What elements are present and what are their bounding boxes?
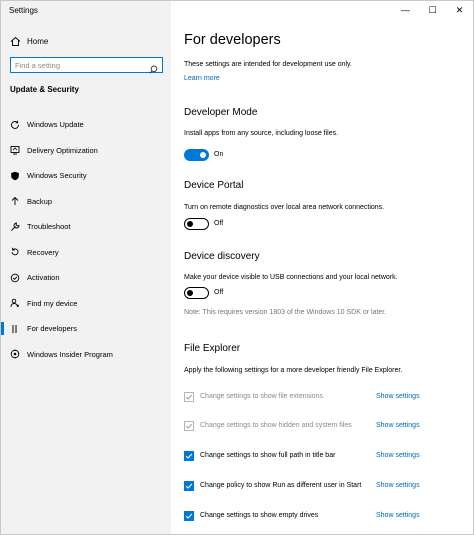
window-title: Settings [9, 6, 38, 15]
hidden-files-checkbox[interactable] [184, 421, 194, 431]
backup-arrow-icon [10, 196, 20, 206]
file-explorer-heading: File Explorer [184, 343, 241, 354]
close-button[interactable]: ✕ [446, 1, 473, 19]
option-label: Change settings to show full path in tit… [200, 452, 336, 459]
search-input[interactable] [15, 60, 145, 70]
sidebar-item-label: Delivery Optimization [27, 145, 98, 155]
device-portal-toggle[interactable] [184, 218, 209, 230]
refresh-icon [10, 120, 20, 130]
option-label: Change settings to show hidden and syste… [200, 422, 352, 429]
toggle-knob [200, 151, 206, 158]
search-icon[interactable] [149, 61, 158, 74]
device-portal-state: Off [214, 220, 224, 227]
run-as-different-user-checkbox[interactable] [184, 481, 194, 491]
toggle-knob [187, 289, 193, 296]
file-explorer-option: Change settings to show empty drives Sho… [184, 511, 424, 523]
learn-more-link[interactable]: Learn more [184, 75, 220, 82]
show-settings-link[interactable]: Show settings [376, 482, 420, 489]
wrench-icon [10, 222, 20, 232]
sidebar-item-label: Recovery [27, 247, 59, 257]
sidebar-item-label: Windows Insider Program [27, 349, 113, 359]
show-settings-link[interactable]: Show settings [376, 452, 420, 459]
sidebar-item-label: Windows Update [27, 120, 84, 130]
settings-window: Settings Home Update & Security Windows … [0, 0, 474, 535]
checkmark-icon [185, 423, 193, 429]
delivery-optimization-icon [10, 145, 20, 155]
device-portal-heading: Device Portal [184, 180, 244, 191]
developer-tools-icon [10, 324, 20, 334]
checkmark-icon [185, 453, 193, 459]
file-explorer-option: Change settings to show full path in tit… [184, 451, 424, 463]
sidebar-item-recovery[interactable]: Recovery [1, 240, 171, 266]
file-extensions-checkbox[interactable] [184, 392, 194, 402]
maximize-button[interactable]: ☐ [419, 1, 446, 19]
file-explorer-option: Change settings to show file extensions … [184, 392, 424, 404]
developer-mode-state: On [214, 151, 224, 158]
option-label: Change settings to show file extensions [200, 393, 323, 400]
device-portal-description: Turn on remote diagnostics over local ar… [184, 204, 385, 211]
empty-drives-checkbox[interactable] [184, 511, 194, 521]
sidebar-item-windows-security[interactable]: Windows Security [1, 163, 171, 189]
sidebar-item-windows-update[interactable]: Windows Update [1, 112, 171, 138]
sidebar-item-for-developers[interactable]: For developers [1, 316, 171, 342]
show-settings-link[interactable]: Show settings [376, 512, 420, 519]
intro-text: These settings are intended for developm… [184, 61, 352, 68]
sidebar-item-activation[interactable]: Activation [1, 265, 171, 291]
page-title: For developers [184, 32, 281, 48]
sidebar-item-delivery-optimization[interactable]: Delivery Optimization [1, 138, 171, 164]
home-icon [9, 35, 21, 47]
section-title: Update & Security [10, 85, 79, 94]
device-discovery-note: Note: This requires version 1803 of the … [184, 309, 387, 316]
home-nav-item[interactable]: Home [9, 34, 48, 48]
developer-mode-description: Install apps from any source, including … [184, 130, 339, 137]
sidebar: Settings Home Update & Security Windows … [1, 1, 171, 534]
option-label: Change policy to show Run as different u… [200, 482, 362, 489]
sidebar-item-label: Windows Security [27, 171, 87, 181]
sidebar-item-windows-insider-program[interactable]: Windows Insider Program [1, 342, 171, 368]
developer-mode-heading: Developer Mode [184, 107, 258, 118]
sidebar-item-troubleshoot[interactable]: Troubleshoot [1, 214, 171, 240]
person-pin-icon [10, 298, 20, 308]
sidebar-item-label: Troubleshoot [27, 222, 71, 232]
device-discovery-toggle[interactable] [184, 287, 209, 299]
checkmark-icon [185, 483, 193, 489]
window-controls: — ☐ ✕ [392, 1, 473, 19]
sidebar-item-label: For developers [27, 324, 78, 334]
option-label: Change settings to show empty drives [200, 512, 319, 519]
sidebar-nav: Windows Update Delivery Optimization Win… [1, 112, 171, 367]
minimize-button[interactable]: — [392, 1, 419, 19]
sidebar-item-label: Find my device [27, 298, 78, 308]
sidebar-item-label: Backup [27, 196, 53, 206]
sidebar-item-backup[interactable]: Backup [1, 189, 171, 215]
sidebar-item-find-my-device[interactable]: Find my device [1, 291, 171, 317]
show-settings-link[interactable]: Show settings [376, 422, 420, 429]
show-settings-link[interactable]: Show settings [376, 393, 420, 400]
checkmark-icon [185, 394, 193, 400]
device-discovery-heading: Device discovery [184, 251, 260, 262]
developer-mode-toggle[interactable] [184, 149, 209, 161]
toggle-knob [187, 220, 193, 227]
sidebar-item-label: Activation [27, 273, 60, 283]
check-circle-icon [10, 273, 20, 283]
device-discovery-description: Make your device visible to USB connecti… [184, 274, 398, 281]
search-box[interactable] [10, 57, 163, 74]
shield-icon [10, 171, 20, 181]
file-explorer-option: Change policy to show Run as different u… [184, 481, 424, 493]
file-explorer-description: Apply the following settings for a more … [184, 367, 403, 374]
insider-icon [10, 349, 20, 359]
device-discovery-state: Off [214, 289, 224, 296]
home-label: Home [27, 36, 49, 46]
recovery-icon [10, 247, 20, 257]
checkmark-icon [185, 513, 193, 519]
file-explorer-option: Change settings to show hidden and syste… [184, 421, 424, 433]
full-path-checkbox[interactable] [184, 451, 194, 461]
